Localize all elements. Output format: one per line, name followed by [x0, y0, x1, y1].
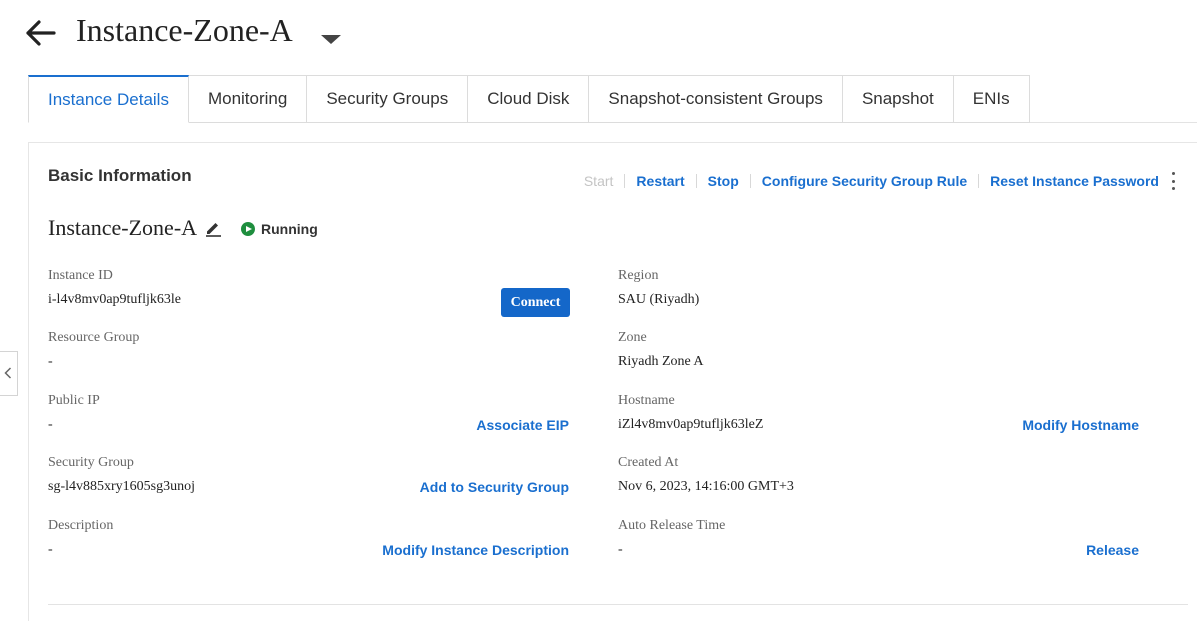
- basic-info-panel: [28, 142, 1197, 621]
- hostname-label: Hostname: [618, 393, 675, 408]
- public-ip-value: -: [48, 417, 53, 432]
- divider: [695, 174, 697, 188]
- instance-id-value: i-l4v8mv0ap9tufljk63le: [48, 292, 181, 307]
- start-action: Start: [583, 173, 614, 189]
- divider: [978, 174, 980, 188]
- instance-name: Instance-Zone-A: [48, 215, 198, 240]
- divider: [624, 174, 626, 188]
- add-to-security-group-link[interactable]: Add to Security Group: [420, 479, 569, 495]
- modify-hostname-link[interactable]: Modify Hostname: [1022, 417, 1139, 433]
- edit-icon[interactable]: [204, 219, 222, 237]
- sidebar-expand-toggle[interactable]: [0, 351, 18, 396]
- created-at-label: Created At: [618, 455, 679, 470]
- tab-security-groups[interactable]: Security Groups: [307, 75, 469, 123]
- tab-instance-details[interactable]: Instance Details: [28, 75, 189, 123]
- zone-label: Zone: [618, 330, 647, 345]
- tab-snapshot[interactable]: Snapshot: [842, 75, 954, 123]
- modify-instance-description-link[interactable]: Modify Instance Description: [382, 542, 569, 558]
- hostname-value: iZl4v8mv0ap9tufljk63leZ: [618, 417, 764, 432]
- auto-release-label: Auto Release Time: [618, 518, 726, 533]
- instance-id-label: Instance ID: [48, 268, 113, 283]
- tab-snapshot-consistent-groups[interactable]: Snapshot-consistent Groups: [589, 75, 843, 123]
- action-bar: Start Restart Stop Configure Security Gr…: [584, 172, 1175, 190]
- tab-bar: Instance Details Monitoring Security Gro…: [28, 75, 1030, 123]
- chevron-down-icon[interactable]: [321, 35, 341, 44]
- auto-release-value: -: [618, 542, 623, 557]
- tab-monitoring[interactable]: Monitoring: [188, 75, 308, 123]
- status-badge: Running: [241, 221, 318, 237]
- connect-button[interactable]: Connect: [501, 288, 570, 317]
- more-vertical-icon[interactable]: [1171, 172, 1175, 190]
- stop-action[interactable]: Stop: [708, 173, 739, 189]
- zone-value: Riyadh Zone A: [618, 354, 704, 369]
- public-ip-label: Public IP: [48, 393, 100, 408]
- status-label: Running: [261, 221, 318, 237]
- divider: [749, 174, 751, 188]
- configure-security-group-rule-action[interactable]: Configure Security Group Rule: [762, 173, 967, 189]
- chevron-left-icon: [4, 367, 12, 379]
- description-label: Description: [48, 518, 114, 533]
- security-group-value: sg-l4v885xry1605sg3unoj: [48, 479, 195, 494]
- region-value: SAU (Riyadh): [618, 292, 700, 307]
- resource-group-label: Resource Group: [48, 330, 140, 345]
- resource-group-value: -: [48, 354, 53, 369]
- tab-cloud-disk[interactable]: Cloud Disk: [468, 75, 590, 123]
- reset-instance-password-action[interactable]: Reset Instance Password: [990, 173, 1159, 189]
- region-label: Region: [618, 268, 659, 283]
- release-link[interactable]: Release: [1086, 542, 1139, 558]
- page-title: Instance-Zone-A: [76, 12, 293, 48]
- created-at-value: Nov 6, 2023, 14:16:00 GMT+3: [618, 479, 794, 494]
- associate-eip-link[interactable]: Associate EIP: [476, 417, 569, 433]
- restart-action[interactable]: Restart: [636, 173, 684, 189]
- security-group-label: Security Group: [48, 455, 134, 470]
- page-header: Instance-Zone-A: [0, 0, 1197, 70]
- running-icon: [241, 222, 255, 236]
- section-divider: [48, 604, 1188, 605]
- tab-enis[interactable]: ENIs: [953, 75, 1030, 123]
- back-arrow-icon[interactable]: [26, 20, 56, 46]
- section-title: Basic Information: [48, 166, 192, 185]
- description-value: -: [48, 542, 53, 557]
